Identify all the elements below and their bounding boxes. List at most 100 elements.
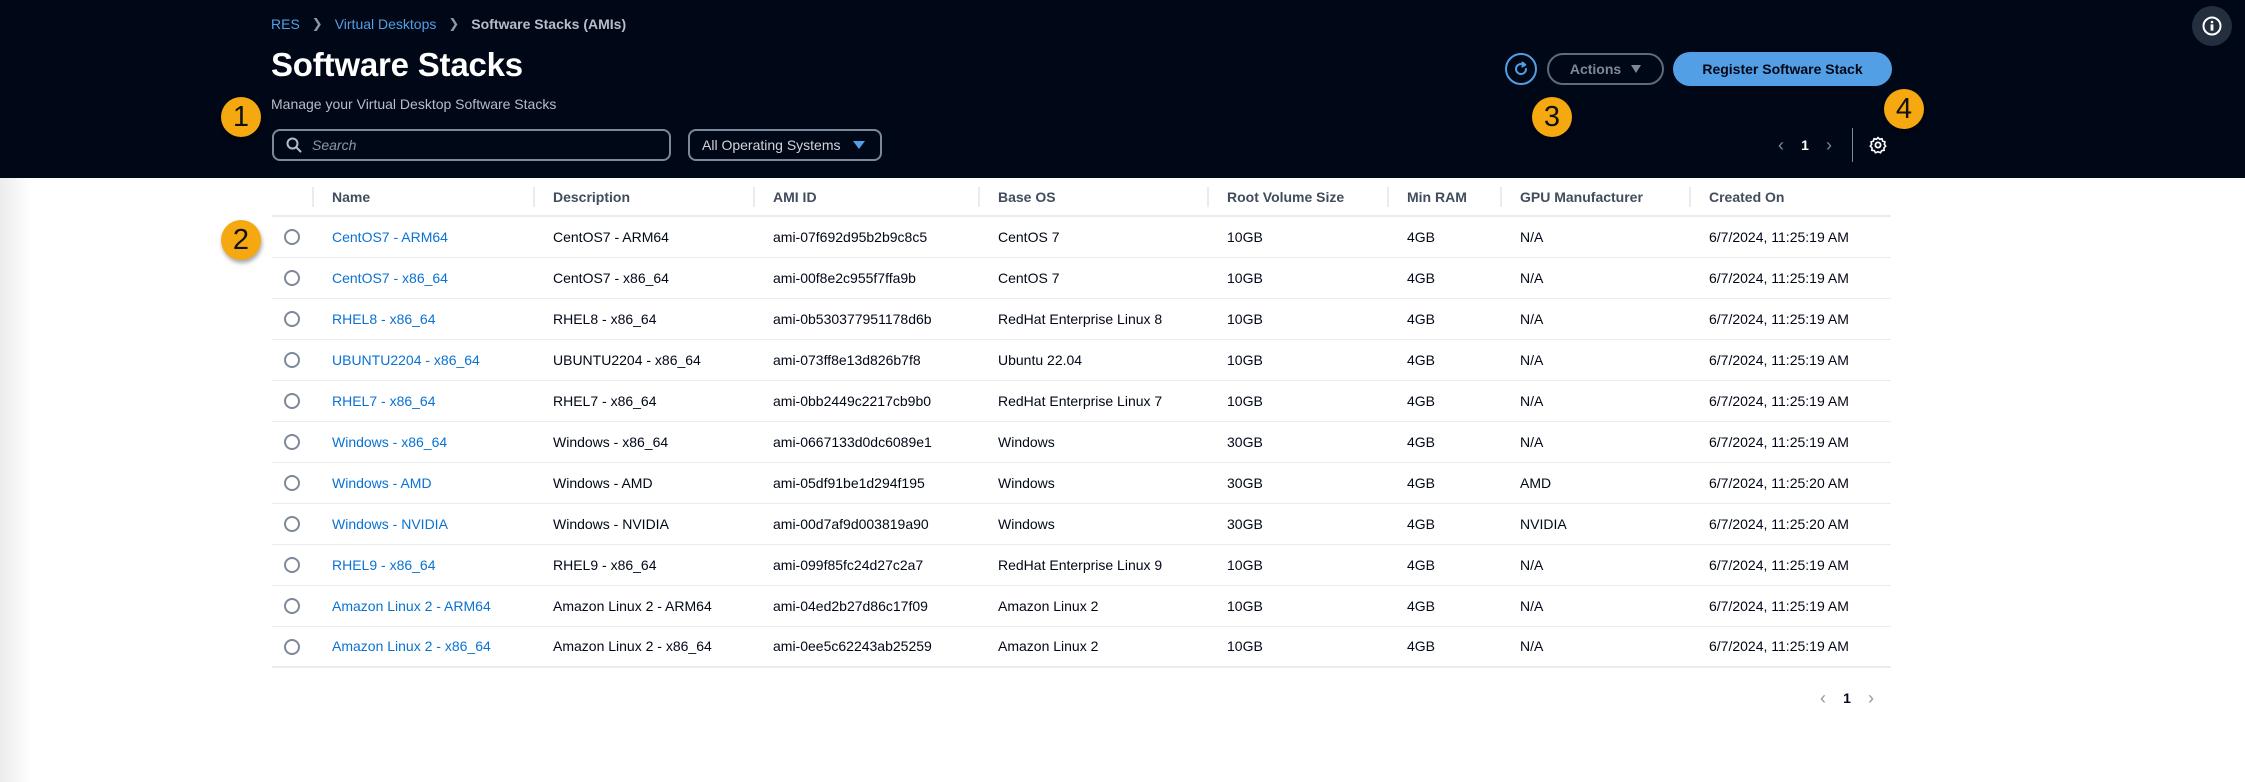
row-select-cell (272, 626, 312, 668)
row-radio-button[interactable] (284, 352, 300, 369)
row-radio-button[interactable] (284, 393, 300, 410)
info-button[interactable] (2192, 6, 2232, 46)
stack-name-link[interactable]: Windows - NVIDIA (332, 516, 448, 532)
search-input[interactable] (312, 137, 652, 153)
table-row[interactable]: Windows - x86_64 Windows - x86_64 ami-0667… (272, 421, 1891, 463)
chevron-right-icon[interactable]: › (1860, 688, 1882, 709)
cell-created: 6/7/2024, 11:25:19 AM (1689, 380, 1891, 422)
cell-description: Amazon Linux 2 - ARM64 (533, 585, 753, 627)
cell-name: Windows - NVIDIA (312, 503, 533, 545)
page-number[interactable]: 1 (1834, 690, 1860, 706)
cell-name: Windows - AMD (312, 462, 533, 504)
table-row[interactable]: RHEL9 - x86_64 RHEL9 - x86_64 ami-099f85fc… (272, 544, 1891, 586)
cell-root-volume: 10GB (1207, 339, 1387, 381)
annotation-badge-4: 4 (1884, 89, 1924, 129)
table-row[interactable]: CentOS7 - ARM64 CentOS7 - ARM64 ami-07f692… (272, 216, 1891, 258)
row-select-cell (272, 380, 312, 422)
column-header-base-os[interactable]: Base OS (978, 178, 1207, 217)
page-number[interactable]: 1 (1792, 137, 1818, 153)
table-row[interactable]: CentOS7 - x86_64 CentOS7 - x86_64 ami-00f8… (272, 257, 1891, 299)
row-select-cell (272, 585, 312, 627)
row-radio-button[interactable] (284, 434, 300, 451)
row-radio-button[interactable] (284, 229, 300, 246)
cell-min-ram: 4GB (1387, 585, 1500, 627)
table-row[interactable]: RHEL7 - x86_64 RHEL7 - x86_64 ami-0bb2449c… (272, 380, 1891, 422)
column-header-root-volume-size[interactable]: Root Volume Size (1207, 178, 1387, 217)
chevron-right-icon: ❯ (311, 16, 323, 31)
stack-name-link[interactable]: RHEL7 - x86_64 (332, 393, 436, 409)
row-select-cell (272, 339, 312, 381)
stack-name-link[interactable]: RHEL8 - x86_64 (332, 311, 436, 327)
cell-name: CentOS7 - ARM64 (312, 216, 533, 258)
annotation-badge-3: 3 (1532, 97, 1572, 137)
row-radio-button[interactable] (284, 475, 300, 492)
row-radio-button[interactable] (284, 598, 300, 615)
cell-ami-id: ami-0667133d0dc6089e1 (753, 421, 978, 463)
cell-base-os: Amazon Linux 2 (978, 626, 1207, 668)
column-header-gpu-manufacturer[interactable]: GPU Manufacturer (1500, 178, 1689, 217)
row-select-cell (272, 544, 312, 586)
column-divider (1207, 187, 1209, 207)
cell-ami-id: ami-073ff8e13d826b7f8 (753, 339, 978, 381)
column-header-description[interactable]: Description (533, 178, 753, 217)
chevron-left-icon[interactable]: ‹ (1812, 688, 1834, 709)
row-radio-button[interactable] (284, 311, 300, 328)
stack-name-link[interactable]: Windows - AMD (332, 475, 432, 491)
cell-description: Amazon Linux 2 - x86_64 (533, 626, 753, 668)
row-select-cell (272, 503, 312, 545)
actions-button[interactable]: Actions (1547, 53, 1664, 85)
cell-description: CentOS7 - ARM64 (533, 216, 753, 258)
actions-label: Actions (1569, 61, 1622, 77)
column-header-ami-id[interactable]: AMI ID (753, 178, 978, 217)
cell-name: RHEL9 - x86_64 (312, 544, 533, 586)
cell-root-volume: 10GB (1207, 626, 1387, 668)
chevron-right-icon[interactable]: › (1818, 135, 1840, 156)
row-radio-button[interactable] (284, 638, 300, 655)
table-row[interactable]: Amazon Linux 2 - x86_64 Amazon Linux 2 - … (272, 626, 1891, 668)
column-header-min-ram[interactable]: Min RAM (1387, 178, 1500, 217)
breadcrumb-res[interactable]: RES (271, 16, 300, 32)
row-select-cell (272, 298, 312, 340)
table-row[interactable]: Windows - NVIDIA Windows - NVIDIA ami-00d7… (272, 503, 1891, 545)
table-header-row: Name Description AMI ID Base OS Root Vol… (272, 178, 1891, 217)
table-preferences-button[interactable] (1868, 135, 1888, 155)
cell-name: UBUNTU2204 - x86_64 (312, 339, 533, 381)
cell-created: 6/7/2024, 11:25:20 AM (1689, 503, 1891, 545)
stack-name-link[interactable]: CentOS7 - ARM64 (332, 229, 448, 245)
cell-root-volume: 10GB (1207, 298, 1387, 340)
stack-name-link[interactable]: RHEL9 - x86_64 (332, 557, 436, 573)
column-header-name[interactable]: Name (312, 178, 533, 217)
column-header-created-on[interactable]: Created On (1689, 178, 1891, 217)
cell-min-ram: 4GB (1387, 462, 1500, 504)
stack-name-link[interactable]: Amazon Linux 2 - ARM64 (332, 598, 491, 614)
register-software-stack-button[interactable]: Register Software Stack (1673, 52, 1892, 86)
select-column-header (272, 178, 312, 217)
os-filter-select[interactable]: All Operating Systems (688, 129, 882, 161)
stack-name-link[interactable]: UBUNTU2204 - x86_64 (332, 352, 480, 368)
info-icon (2202, 16, 2222, 36)
stack-name-link[interactable]: CentOS7 - x86_64 (332, 270, 448, 286)
stack-name-link[interactable]: Amazon Linux 2 - x86_64 (332, 638, 491, 654)
table-row[interactable]: UBUNTU2204 - x86_64 UBUNTU2204 - x86_64 am… (272, 339, 1891, 381)
cell-min-ram: 4GB (1387, 339, 1500, 381)
search-field[interactable] (272, 129, 671, 161)
table-row[interactable]: Windows - AMD Windows - AMD ami-05df91be1d… (272, 462, 1891, 504)
cell-name: Amazon Linux 2 - x86_64 (312, 626, 533, 668)
table-row[interactable]: RHEL8 - x86_64 RHEL8 - x86_64 ami-0b530377… (272, 298, 1891, 340)
refresh-button[interactable] (1505, 53, 1537, 85)
cell-ami-id: ami-00d7af9d003819a90 (753, 503, 978, 545)
row-radio-button[interactable] (284, 270, 300, 287)
row-radio-button[interactable] (284, 516, 300, 533)
column-divider (978, 187, 980, 207)
cell-gpu: N/A (1500, 339, 1689, 381)
column-divider (312, 187, 314, 207)
cell-description: UBUNTU2204 - x86_64 (533, 339, 753, 381)
chevron-left-icon[interactable]: ‹ (1770, 135, 1792, 156)
caret-down-icon (1631, 65, 1642, 73)
row-radio-button[interactable] (284, 557, 300, 574)
cell-min-ram: 4GB (1387, 257, 1500, 299)
stack-name-link[interactable]: Windows - x86_64 (332, 434, 447, 450)
cell-gpu: N/A (1500, 380, 1689, 422)
breadcrumb-virtual-desktops[interactable]: Virtual Desktops (335, 16, 437, 32)
table-row[interactable]: Amazon Linux 2 - ARM64 Amazon Linux 2 - A… (272, 585, 1891, 627)
